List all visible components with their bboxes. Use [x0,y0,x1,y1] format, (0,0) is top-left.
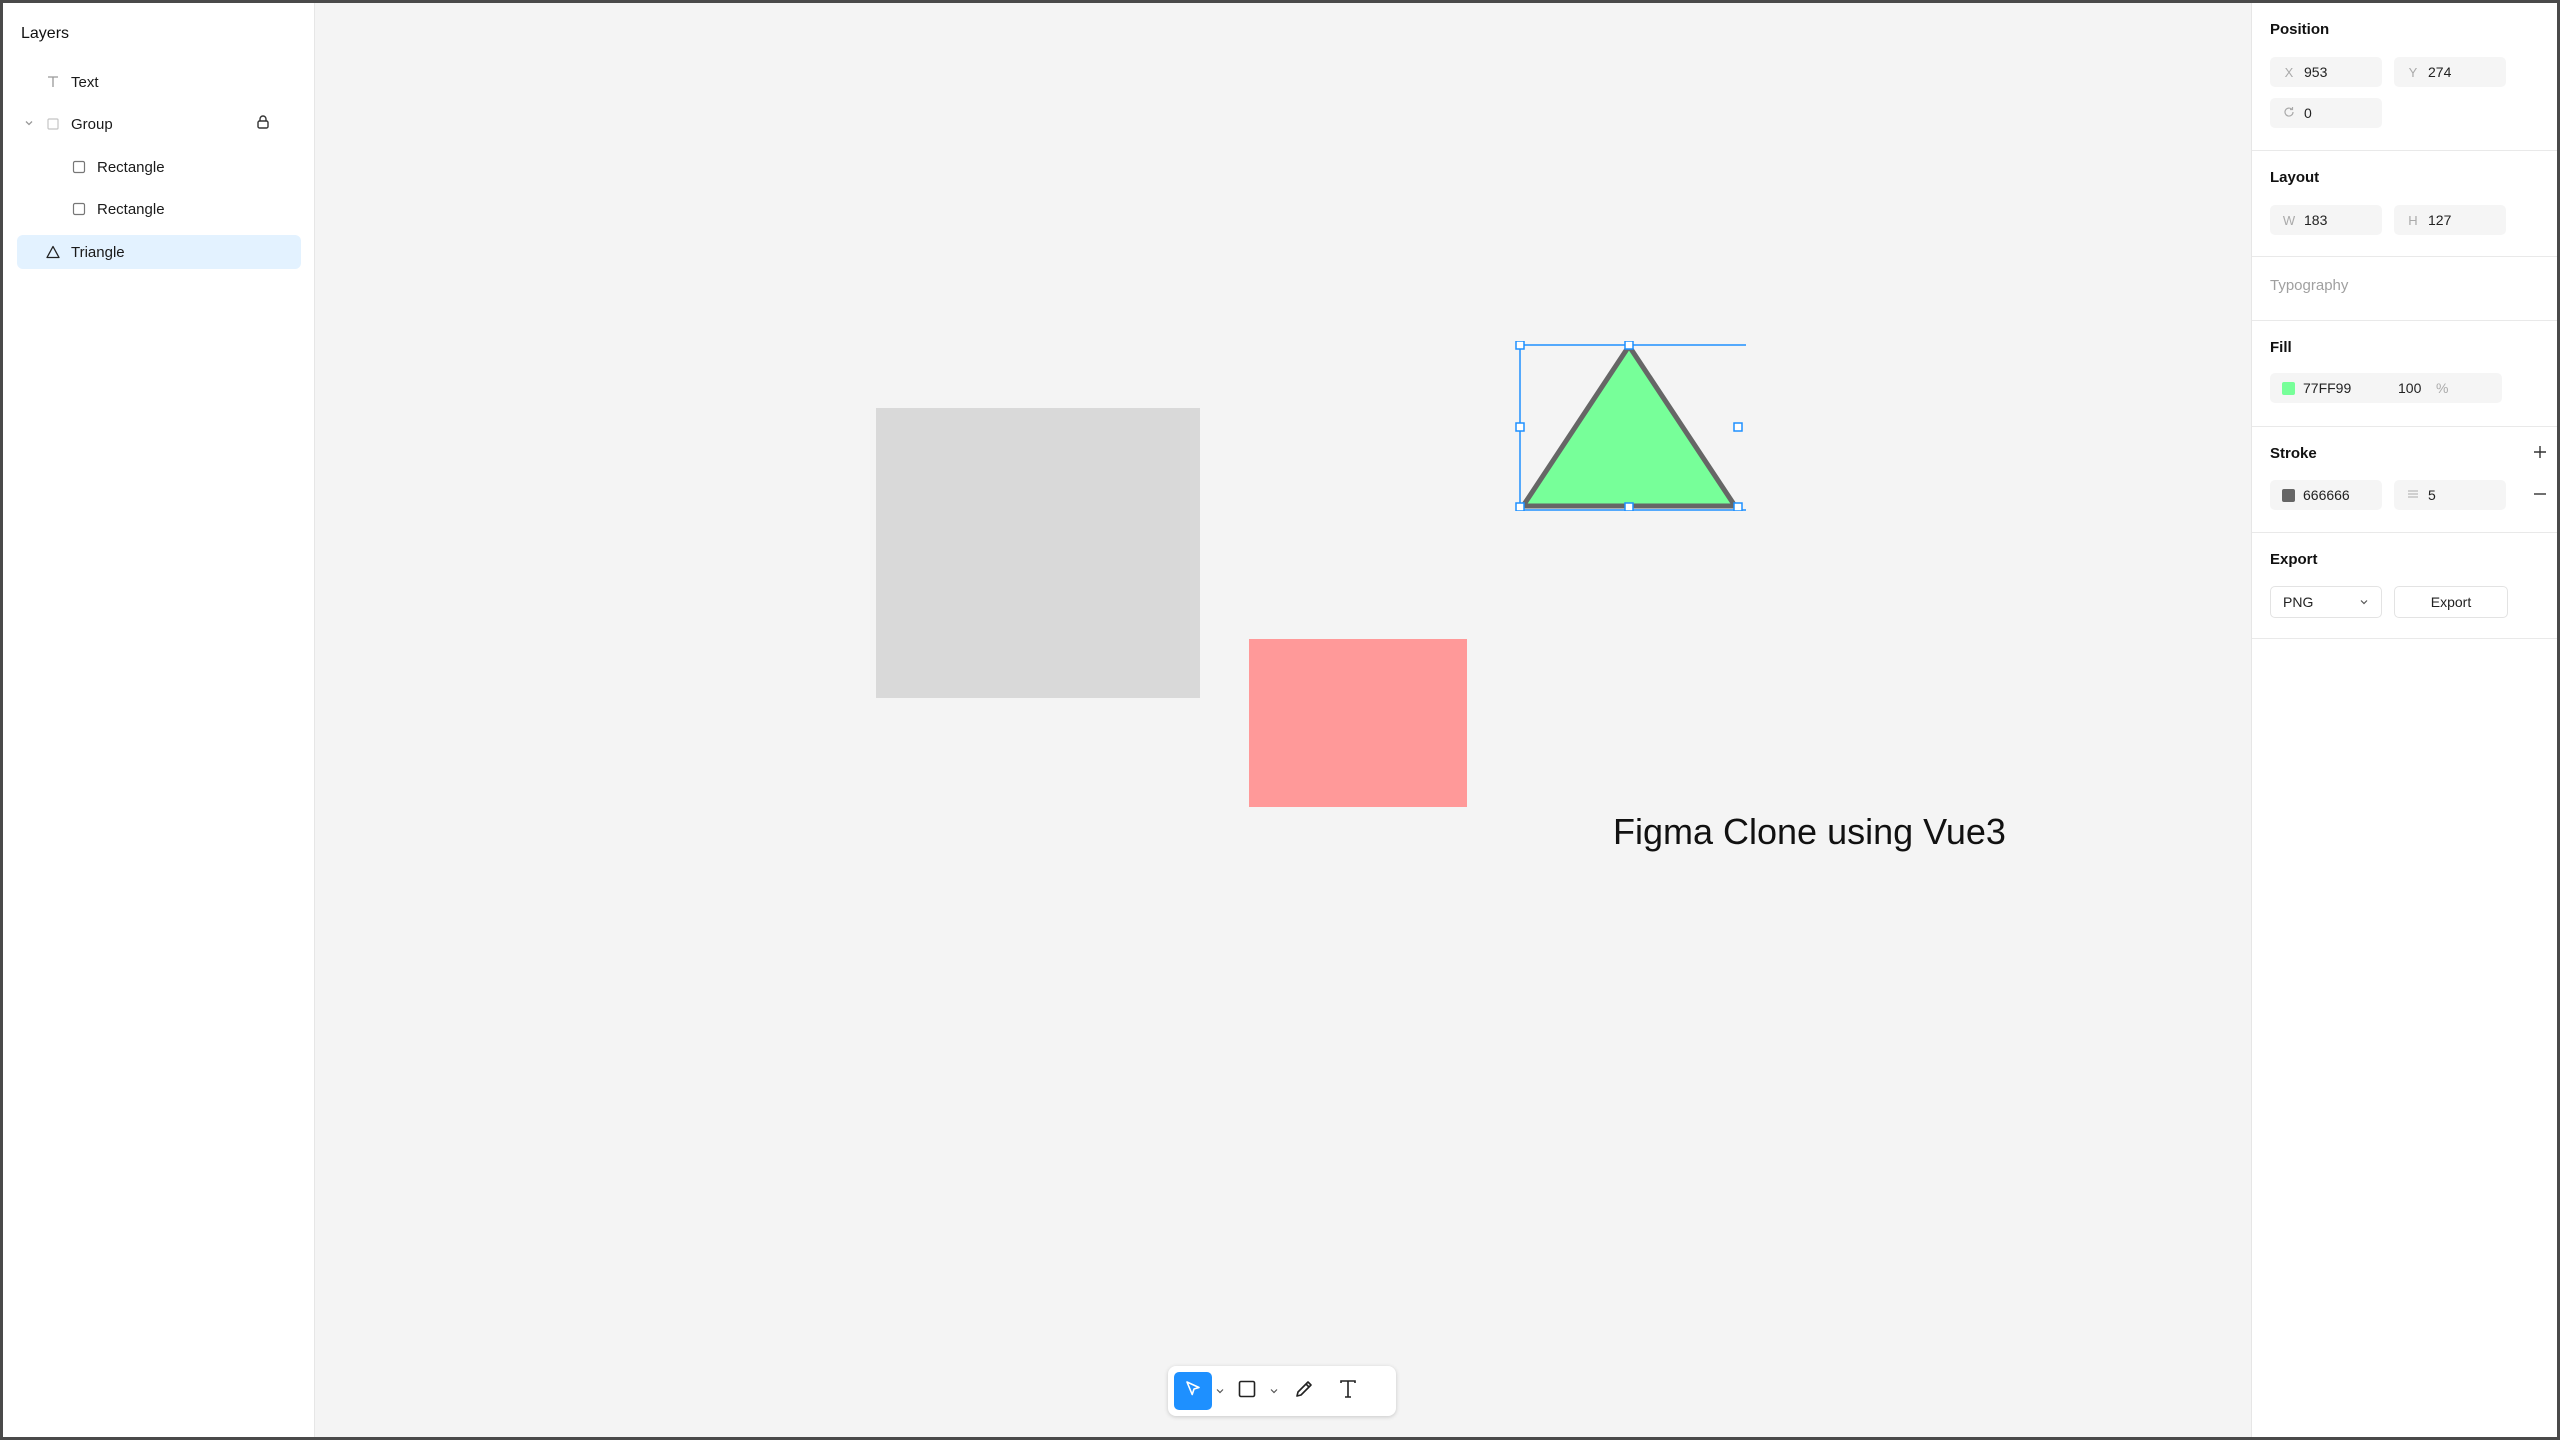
text-icon [45,74,61,90]
y-label: Y [2408,64,2418,80]
chevron-down-icon [1216,1389,1224,1394]
x-input[interactable]: X 953 [2270,57,2382,87]
section-title: Fill [2270,339,2292,356]
chevron-down-icon [2359,594,2381,610]
width-input[interactable]: W 183 [2270,205,2382,235]
layer-item-rectangle[interactable]: Rectangle [17,150,301,184]
minus-icon [2534,493,2546,495]
chevron-down-icon [1270,1389,1278,1394]
rotation-icon [2282,106,2296,121]
export-section: Export PNG Export [2252,533,2557,639]
add-stroke-button[interactable] [2530,442,2550,462]
y-value: 274 [2428,64,2452,80]
rotation-value: 0 [2304,105,2312,121]
fill-section: Fill 77FF99 100 % [2252,321,2557,427]
frame-icon [45,116,61,132]
layers-title: Layers [21,25,70,42]
stroke-section: Stroke 666666 5 [2252,427,2557,533]
height-input[interactable]: H 127 [2394,205,2506,235]
export-format-select[interactable]: PNG [2270,586,2382,618]
stroke-width-icon [2406,488,2420,503]
position-section: Position X 953 Y 274 0 [2252,3,2557,151]
layer-item-group[interactable]: Group [17,107,301,141]
text-tool-icon [1337,1378,1359,1405]
export-button[interactable]: Export [2394,586,2508,618]
square-icon [71,201,87,217]
triangle-shape[interactable] [1506,340,1760,512]
stroke-color-swatch[interactable] [2282,488,2295,502]
fill-hex-value: 77FF99 [2303,380,2352,396]
layer-item-text[interactable]: Text [17,65,301,99]
pen-icon [1293,1378,1315,1405]
lock-icon[interactable] [255,114,271,134]
rectangle-icon [1237,1379,1257,1404]
canvas-rectangle-gray[interactable] [876,408,1200,698]
select-tool-dropdown[interactable] [1212,1372,1228,1410]
layer-label: Triangle [71,243,125,261]
select-icon [1183,1379,1203,1404]
section-title: Stroke [2270,445,2317,462]
w-label: W [2282,212,2296,228]
layer-label: Rectangle [97,158,165,176]
rectangle-tool-button[interactable] [1228,1372,1266,1410]
layer-item-rectangle[interactable]: Rectangle [17,192,301,226]
canvas-text-layer[interactable]: Figma Clone using Vue3 [1613,811,2006,853]
layer-label: Rectangle [97,200,165,218]
section-title: Position [2270,21,2330,38]
layer-label: Text [71,73,99,91]
opacity-unit: % [2436,380,2449,396]
select-tool-button[interactable] [1174,1372,1212,1410]
stroke-hex-value: 666666 [2303,487,2350,503]
rotation-input[interactable]: 0 [2270,98,2382,128]
bottom-toolbar [1168,1366,1396,1416]
square-icon [71,159,87,175]
remove-stroke-button[interactable] [2530,484,2550,504]
canvas-triangle-selected[interactable] [1506,340,1760,512]
layer-item-triangle[interactable]: Triangle [17,235,301,269]
height-value: 127 [2428,212,2452,228]
chevron-down-icon[interactable] [23,117,35,132]
layer-label: Group [71,115,113,133]
layers-panel: Layers Text Group Rectangle Rectangle Tr… [3,3,315,1437]
pen-tool-button[interactable] [1282,1372,1326,1410]
h-label: H [2408,212,2418,228]
triangle-icon [45,244,61,260]
properties-panel: Position X 953 Y 274 0 Layout W 183 H 12… [2251,3,2557,1437]
fill-color-swatch[interactable] [2282,381,2295,395]
width-value: 183 [2304,212,2328,228]
stroke-width-value: 5 [2428,487,2436,503]
section-title: Layout [2270,169,2320,186]
text-tool-button[interactable] [1326,1372,1370,1410]
fill-opacity-value[interactable]: 100 [2398,380,2436,396]
x-value: 953 [2304,64,2328,80]
shape-tool-dropdown[interactable] [1266,1372,1282,1410]
design-canvas[interactable]: Figma Clone using Vue3 [316,3,2251,1437]
canvas-rectangle-pink[interactable] [1249,639,1467,807]
section-title: Typography [2270,277,2349,294]
layout-section: Layout W 183 H 127 [2252,151,2557,257]
section-title: Export [2270,551,2318,568]
app-window: Layers Text Group Rectangle Rectangle Tr… [0,0,2560,1440]
plus-icon [2534,446,2546,458]
stroke-color-input[interactable]: 666666 [2270,480,2382,510]
fill-color-input[interactable]: 77FF99 100 % [2270,373,2502,403]
typography-section: Typography [2252,257,2557,321]
x-label: X [2284,64,2294,80]
export-format-value: PNG [2283,594,2314,610]
stroke-width-input[interactable]: 5 [2394,480,2506,510]
y-input[interactable]: Y 274 [2394,57,2506,87]
